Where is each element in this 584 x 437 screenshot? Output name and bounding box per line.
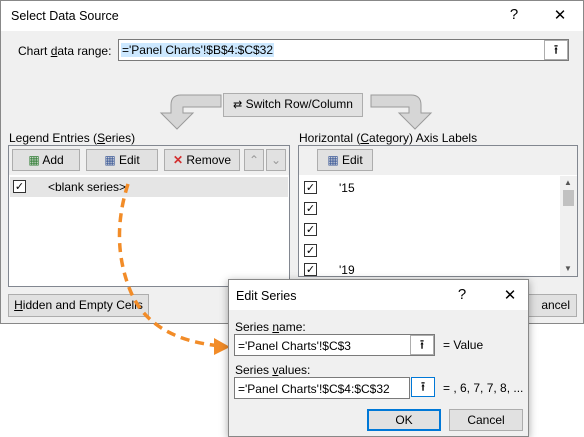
axis-checkbox[interactable]: ✓ [304, 244, 317, 257]
move-up-icon[interactable]: ⌃ [244, 149, 264, 171]
axis-checkbox[interactable]: ✓ [304, 223, 317, 236]
help-icon[interactable]: ? [504, 6, 524, 23]
axis-labels-label: Horizontal (Category) Axis Labels [299, 131, 478, 145]
add-series-button[interactable]: ▦ Add [12, 149, 80, 171]
axis-item[interactable]: ✓ [301, 220, 557, 240]
axis-item[interactable]: ✓ [301, 241, 557, 261]
title-bar: Select Data Source ? ✕ [1, 1, 583, 31]
scroll-up-icon[interactable]: ▲ [564, 178, 572, 187]
series-name-preview: = Value [443, 338, 484, 352]
add-label: Add [42, 153, 64, 167]
edit-series-button[interactable]: ▦ Edit [86, 149, 158, 171]
main-cancel-label: ancel [541, 298, 570, 312]
axis-checkbox[interactable]: ✓ [304, 263, 317, 276]
chart-range-label: Chart data range: [18, 44, 112, 58]
edit-icon: ▦ [104, 153, 116, 167]
axis-edit-button[interactable]: ▦ Edit [317, 149, 373, 171]
legend-toolbar: ▦ Add ▦ Edit ✕ Remove ⌃ ⌄ [9, 146, 289, 175]
remove-icon: ✕ [172, 153, 184, 167]
edit-series-cancel-button[interactable]: Cancel [449, 409, 523, 431]
edit-label: Edit [119, 153, 140, 167]
axis-scrollbar[interactable]: ▲ ▼ [560, 176, 577, 276]
close-icon[interactable]: ✕ [550, 6, 570, 24]
switch-row-column-button[interactable]: ⇄ Switch Row/Column [223, 93, 363, 117]
switch-label: Switch Row/Column [245, 97, 353, 111]
series-values-value: ='Panel Charts'!$C$4:$C$32 [238, 382, 390, 396]
series-checkbox[interactable]: ✓ [13, 180, 26, 193]
edit-series-title: Edit Series [236, 289, 297, 303]
series-values-field[interactable]: ='Panel Charts'!$C$4:$C$32 [234, 377, 410, 399]
axis-item-label: '19 [339, 263, 355, 276]
axis-item[interactable]: ✓ [301, 199, 557, 219]
collapse-dialog-icon[interactable]: ⭱ [544, 40, 568, 60]
axis-item-label: '15 [339, 181, 355, 195]
axis-list: ✓ '15 ✓ ✓ ✓ ✓ '19 [301, 176, 557, 276]
chart-range-field[interactable]: ='Panel Charts'!$B$4:$C$32 ⭱ [118, 39, 569, 61]
move-down-icon[interactable]: ⌄ [266, 149, 286, 171]
dialog-title: Select Data Source [11, 9, 119, 23]
series-values-preview: = , 6, 7, 7, 8, ... [443, 381, 524, 395]
axis-labels-panel: ▦ Edit ✓ '15 ✓ ✓ ✓ ✓ '19 ▲ ▼ [298, 145, 578, 277]
edit-series-cancel-label: Cancel [467, 413, 505, 427]
edit-series-help-icon[interactable]: ? [452, 286, 472, 303]
ok-label: OK [395, 413, 413, 427]
axis-item[interactable]: ✓ '15 [301, 178, 557, 198]
series-name-collapse-icon[interactable]: ⭱ [410, 335, 434, 355]
axis-checkbox[interactable]: ✓ [304, 181, 317, 194]
series-values-label: Series values: [235, 363, 311, 377]
series-name-value: ='Panel Charts'!$C$3 [238, 339, 351, 353]
chart-range-value: ='Panel Charts'!$B$4:$C$32 [121, 43, 275, 57]
select-data-source-dialog: Select Data Source ? ✕ Chart data range:… [0, 0, 584, 324]
scroll-thumb[interactable] [563, 190, 574, 206]
remove-label: Remove [186, 153, 232, 167]
series-name-label: Series name: [235, 320, 306, 334]
axis-checkbox[interactable]: ✓ [304, 202, 317, 215]
edit-series-title-bar: Edit Series ? ✕ [229, 280, 528, 310]
legend-entries-label: Legend Entries (Series) [9, 131, 136, 145]
series-values-collapse-icon[interactable]: ⭱ [411, 377, 435, 397]
switch-icon: ⇄ [233, 99, 243, 111]
ok-button[interactable]: OK [367, 409, 441, 431]
add-icon: ▦ [28, 153, 40, 167]
annotation-arrow [117, 183, 230, 355]
axis-toolbar: ▦ Edit [299, 146, 577, 175]
edit-series-close-icon[interactable]: ✕ [500, 286, 520, 304]
axis-edit-icon: ▦ [327, 153, 339, 167]
axis-edit-label: Edit [342, 153, 363, 167]
remove-series-button[interactable]: ✕ Remove [164, 149, 240, 171]
series-name-field[interactable]: ='Panel Charts'!$C$3 ⭱ [234, 334, 435, 356]
edit-series-dialog: Edit Series ? ✕ Series name: ='Panel Cha… [228, 279, 529, 437]
axis-item[interactable]: ✓ '19 [301, 262, 557, 276]
scroll-down-icon[interactable]: ▼ [564, 264, 572, 273]
